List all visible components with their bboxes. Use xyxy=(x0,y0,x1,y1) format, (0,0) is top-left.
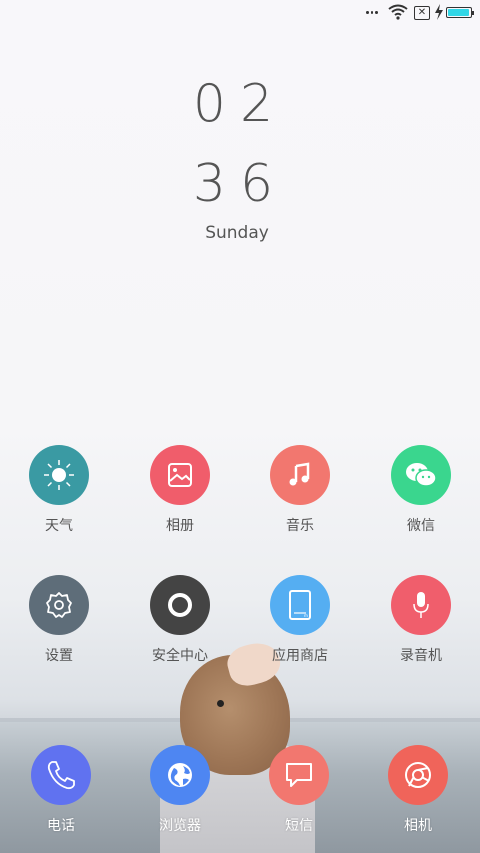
app-messages[interactable]: 短信 xyxy=(249,745,349,835)
app-settings[interactable]: 设置 xyxy=(9,575,109,665)
globe-icon xyxy=(150,745,210,805)
more-dots-icon xyxy=(366,11,379,14)
camera-icon xyxy=(388,745,448,805)
battery-icon xyxy=(446,7,474,18)
app-label: 微信 xyxy=(407,518,435,534)
clock-hour: 02 xyxy=(192,74,288,134)
app-label: 应用商店 xyxy=(272,648,328,664)
store-icon: m xyxy=(270,575,330,635)
app-phone[interactable]: 电话 xyxy=(11,745,111,835)
app-wechat[interactable]: 微信 xyxy=(371,445,471,535)
clock-minute: 36 xyxy=(192,154,288,214)
app-label: 相册 xyxy=(166,518,194,534)
gear-icon xyxy=(29,575,89,635)
status-bar: ✕ xyxy=(0,0,480,28)
app-gallery[interactable]: 相册 xyxy=(130,445,230,535)
shield-ring-icon xyxy=(150,575,210,635)
app-label: 录音机 xyxy=(400,648,442,664)
app-label: 天气 xyxy=(45,518,73,534)
app-weather[interactable]: 天气 xyxy=(9,445,109,535)
app-label: 短信 xyxy=(285,818,313,834)
svg-text:m: m xyxy=(304,613,308,618)
charging-bolt-icon xyxy=(435,4,443,20)
app-label: 安全中心 xyxy=(152,648,208,664)
phone-icon xyxy=(31,745,91,805)
app-store[interactable]: m 应用商店 xyxy=(250,575,350,665)
gallery-icon xyxy=(150,445,210,505)
music-note-icon xyxy=(270,445,330,505)
app-browser[interactable]: 浏览器 xyxy=(130,745,230,835)
app-label: 浏览器 xyxy=(159,818,201,834)
wallpaper-dot xyxy=(217,700,224,707)
app-label: 电话 xyxy=(47,818,75,834)
wechat-icon xyxy=(391,445,451,505)
app-label: 音乐 xyxy=(286,518,314,534)
sun-icon xyxy=(29,445,89,505)
message-icon xyxy=(269,745,329,805)
app-label: 设置 xyxy=(45,648,73,664)
app-recorder[interactable]: 录音机 xyxy=(371,575,471,665)
app-security-center[interactable]: 安全中心 xyxy=(130,575,230,665)
no-sim-icon: ✕ xyxy=(414,6,430,20)
weekday-label: Sunday xyxy=(205,223,269,243)
app-camera[interactable]: 相机 xyxy=(368,745,468,835)
app-music[interactable]: 音乐 xyxy=(250,445,350,535)
wifi-icon xyxy=(388,4,408,20)
microphone-icon xyxy=(391,575,451,635)
app-label: 相机 xyxy=(404,818,432,834)
